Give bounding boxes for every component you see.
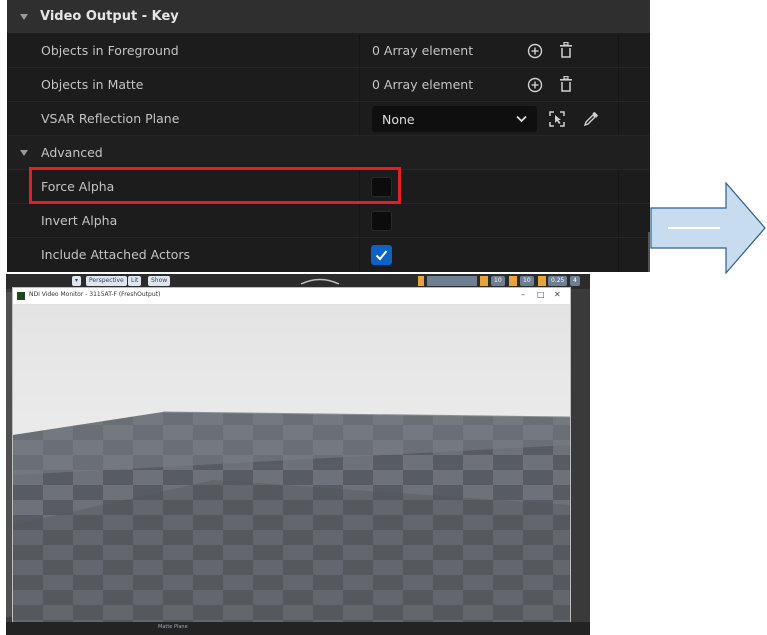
gizmo-icon [300,278,340,285]
force-alpha-highlight-box [29,167,401,204]
toolbar-icon[interactable] [509,276,517,286]
lit-button[interactable]: Lit [128,276,142,286]
trash-icon[interactable] [558,42,574,59]
column-divider[interactable] [359,68,360,101]
property-label: Objects in Matte [41,77,144,92]
chevron-down-icon [516,115,527,123]
viewport-options-button[interactable]: ▾ [72,276,82,286]
column-divider [618,102,619,135]
actor-label: Matte Plane [158,624,188,630]
column-divider [618,238,619,271]
collapse-triangle-icon[interactable] [20,150,28,156]
details-panel: Video Output - Key Objects in Foreground… [7,0,650,272]
select-actor-icon[interactable] [548,110,566,128]
minimize-button[interactable]: – [521,290,525,299]
right-arrow-icon [650,182,766,274]
property-row-objects-in-matte: Objects in Matte 0 Array element [7,68,650,101]
property-label: Include Attached Actors [41,247,191,262]
add-element-icon[interactable] [527,77,543,93]
viewport-right-edge [570,292,590,622]
array-count: 0 Array element [372,77,474,92]
toolbar-icon[interactable] [480,276,488,286]
invert-alpha-checkbox[interactable] [371,211,392,231]
property-label: VSAR Reflection Plane [41,111,180,126]
property-row-vsar-reflection-plane: VSAR Reflection Plane None [7,102,650,135]
app-icon [17,292,25,300]
toolbar-icon[interactable] [418,276,424,286]
show-button[interactable]: Show [148,276,171,286]
reflection-plane-dropdown[interactable]: None [372,106,537,132]
checkmark-icon [375,250,388,261]
category-title: Video Output - Key [40,9,179,24]
property-label: Invert Alpha [41,213,118,228]
property-row-include-attached-actors: Include Attached Actors [7,238,650,271]
rotation-snap-value[interactable]: 10 [520,276,534,286]
property-row-invert-alpha: Invert Alpha [7,204,650,237]
dropdown-value: None [382,112,415,127]
window-titlebar[interactable]: NDI Video Monitor - 3115AT-F (FreshOutpu… [13,288,570,305]
column-divider [618,34,619,67]
window-title: NDI Video Monitor - 3115AT-F (FreshOutpu… [29,291,161,298]
column-divider [618,204,619,237]
column-divider[interactable] [359,34,360,67]
close-button[interactable]: ✕ [554,290,561,299]
perspective-button[interactable]: Perspective [86,276,127,286]
add-element-icon[interactable] [527,43,543,59]
trash-icon[interactable] [558,76,574,93]
advanced-section-header[interactable]: Advanced [7,136,650,169]
video-feed-image [13,305,570,623]
snap-value[interactable]: 10 [491,276,505,286]
toolbar-transform-icons[interactable] [427,276,477,286]
viewport-screenshot: ▾ Perspective Lit Show 10 10 0.25 4 NDI … [6,274,590,635]
include-attached-actors-checkbox[interactable] [371,245,392,265]
maximize-button[interactable]: □ [537,290,545,299]
eyedropper-icon[interactable] [582,110,600,128]
category-header-video-output-key[interactable]: Video Output - Key [7,0,650,33]
camera-speed-value[interactable]: 4 [570,276,580,286]
toolbar-icon[interactable] [538,276,546,286]
column-divider [618,68,619,101]
scale-snap-value[interactable]: 0.25 [548,276,568,286]
collapse-triangle-icon[interactable] [20,14,28,20]
property-label: Objects in Foreground [41,43,179,58]
array-count: 0 Array element [372,43,474,58]
column-divider[interactable] [359,238,360,271]
column-divider[interactable] [359,102,360,135]
advanced-section-title: Advanced [41,145,103,160]
column-divider[interactable] [359,204,360,237]
ndi-video-monitor-window: NDI Video Monitor - 3115AT-F (FreshOutpu… [12,287,571,624]
column-divider [618,170,619,203]
viewport-bottom-bar: Matte Plane [6,622,590,635]
property-row-objects-in-foreground: Objects in Foreground 0 Array element [7,34,650,67]
